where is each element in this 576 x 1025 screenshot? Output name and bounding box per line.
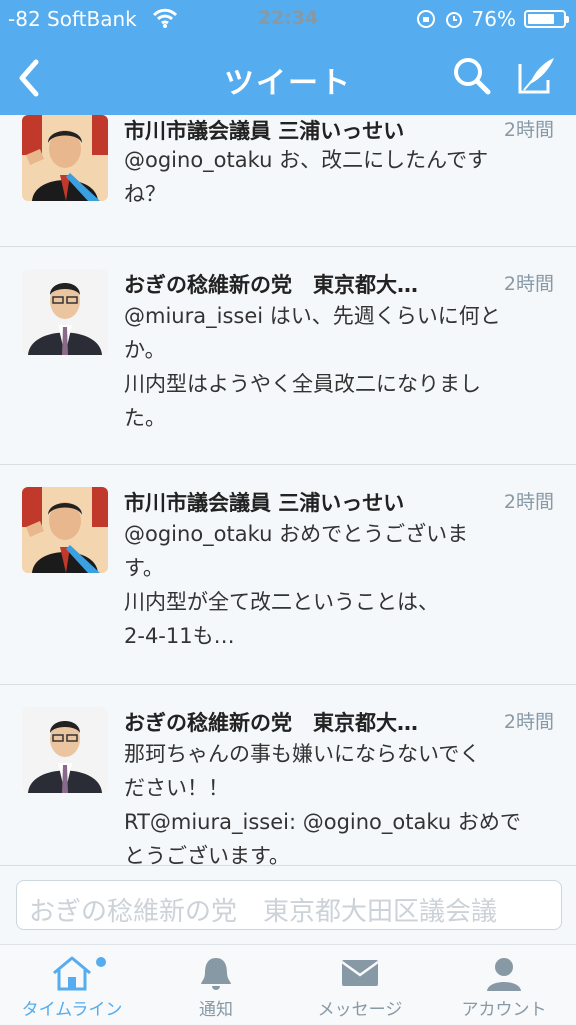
compose-placeholder: おぎの稔維新の党 東京都大田区議会議 (29, 897, 498, 927)
tab-label: タイムライン (21, 1000, 123, 1020)
tweet-line: ださい！！ (124, 776, 229, 800)
tab-label: アカウント (461, 1000, 547, 1020)
alarm-icon (445, 12, 462, 28)
tweet-line: @ogino_otaku おめでとうございま (124, 522, 469, 546)
tab-timeline[interactable]: タイムライン (0, 945, 144, 1025)
tweet-time: 2時間 (503, 273, 554, 295)
navbar: ツイート (0, 40, 576, 110)
tweet[interactable]: 市川市議会議員 三浦いっせい 2時間 @ogino_otaku おめでとうござい… (0, 465, 576, 685)
bell-icon (201, 958, 231, 990)
tweet-line: 川内型が全て改二ということは、 (124, 590, 439, 614)
tweet-time: 2時間 (503, 119, 554, 141)
tab-bar: タイムライン 通知 メッセージ アカウント (0, 944, 576, 1024)
tab-notifications[interactable]: 通知 (144, 945, 288, 1025)
tweet-author[interactable]: 市川市議会議員 三浦いっせい (124, 115, 404, 145)
tweet-time: 2時間 (503, 491, 554, 513)
avatar-image (22, 487, 108, 573)
search-icon[interactable] (452, 56, 492, 96)
envelope-icon (341, 960, 379, 986)
home-icon (53, 956, 91, 991)
avatar-image (22, 115, 108, 201)
avatar-image (22, 707, 108, 793)
battery-percent: 76% (471, 7, 516, 31)
tab-account[interactable]: アカウント (432, 945, 576, 1025)
unread-dot (96, 957, 106, 967)
status-bar: -82 SoftBank 22:34 76% (0, 0, 576, 38)
tab-label: メッセージ (317, 1000, 403, 1020)
timeline[interactable]: 市川市議会議員 三浦いっせい 2時間 @ogino_otaku お、改二にしたん… (0, 115, 576, 865)
tweet-text: @ogino_otaku おめでとうございま す。 川内型が全て改二ということは… (124, 517, 556, 653)
header: -82 SoftBank 22:34 76% ツイート (0, 0, 576, 115)
tweet-line: た。 (124, 406, 166, 430)
avatar[interactable] (22, 115, 108, 201)
avatar[interactable] (22, 487, 108, 573)
avatar-image (22, 269, 108, 355)
tweet[interactable]: おぎの稔維新の党 東京都大… 2時間 那珂ちゃんの事も嫌いにならないでく ださい… (0, 685, 576, 865)
avatar[interactable] (22, 707, 108, 793)
tweet-time: 2時間 (503, 711, 554, 733)
rotation-lock-icon (416, 10, 435, 28)
tweet[interactable]: 市川市議会議員 三浦いっせい 2時間 @ogino_otaku お、改二にしたん… (0, 115, 576, 247)
tweet-text: @miura_issei はい、先週くらいに何と か。 川内型はようやく全員改二… (124, 299, 556, 435)
person-icon (487, 958, 521, 991)
tweet-author[interactable]: おぎの稔維新の党 東京都大… (124, 269, 418, 299)
compose-icon[interactable] (516, 54, 558, 96)
tweet-line: 2-4-11も… (124, 624, 235, 648)
tweet-line: RT@miura_issei: @ogino_otaku おめで (124, 810, 521, 834)
battery-icon (524, 10, 569, 28)
avatar[interactable] (22, 269, 108, 355)
tweet-line: 那珂ちゃんの事も嫌いにならないでく (124, 742, 481, 766)
tweet-line: @ogino_otaku お、改二にしたんです (124, 148, 489, 172)
tweet-line: か。 (124, 338, 166, 362)
compose-input[interactable]: おぎの稔維新の党 東京都大田区議会議 (16, 880, 562, 930)
tweet-text: @ogino_otaku お、改二にしたんです ね？ (124, 143, 556, 211)
tab-messages[interactable]: メッセージ (288, 945, 432, 1025)
tweet-line: @miura_issei はい、先週くらいに何と (124, 304, 501, 328)
tweet-text: 那珂ちゃんの事も嫌いにならないでく ださい！！ RT@miura_issei: … (124, 737, 556, 865)
tweet-author[interactable]: 市川市議会議員 三浦いっせい (124, 487, 404, 517)
tweet-line: ね？ (124, 182, 166, 206)
tweet-line: とうございます。 (124, 844, 290, 865)
compose-bar: おぎの稔維新の党 東京都大田区議会議 (0, 865, 576, 944)
tweet-author[interactable]: おぎの稔維新の党 東京都大… (124, 707, 418, 737)
tweet-line: 川内型はようやく全員改二になりまし (124, 372, 481, 396)
tweet[interactable]: おぎの稔維新の党 東京都大… 2時間 @miura_issei はい、先週くらい… (0, 247, 576, 465)
tweet-line: す。 (124, 556, 164, 580)
tab-label: 通知 (199, 1000, 233, 1020)
